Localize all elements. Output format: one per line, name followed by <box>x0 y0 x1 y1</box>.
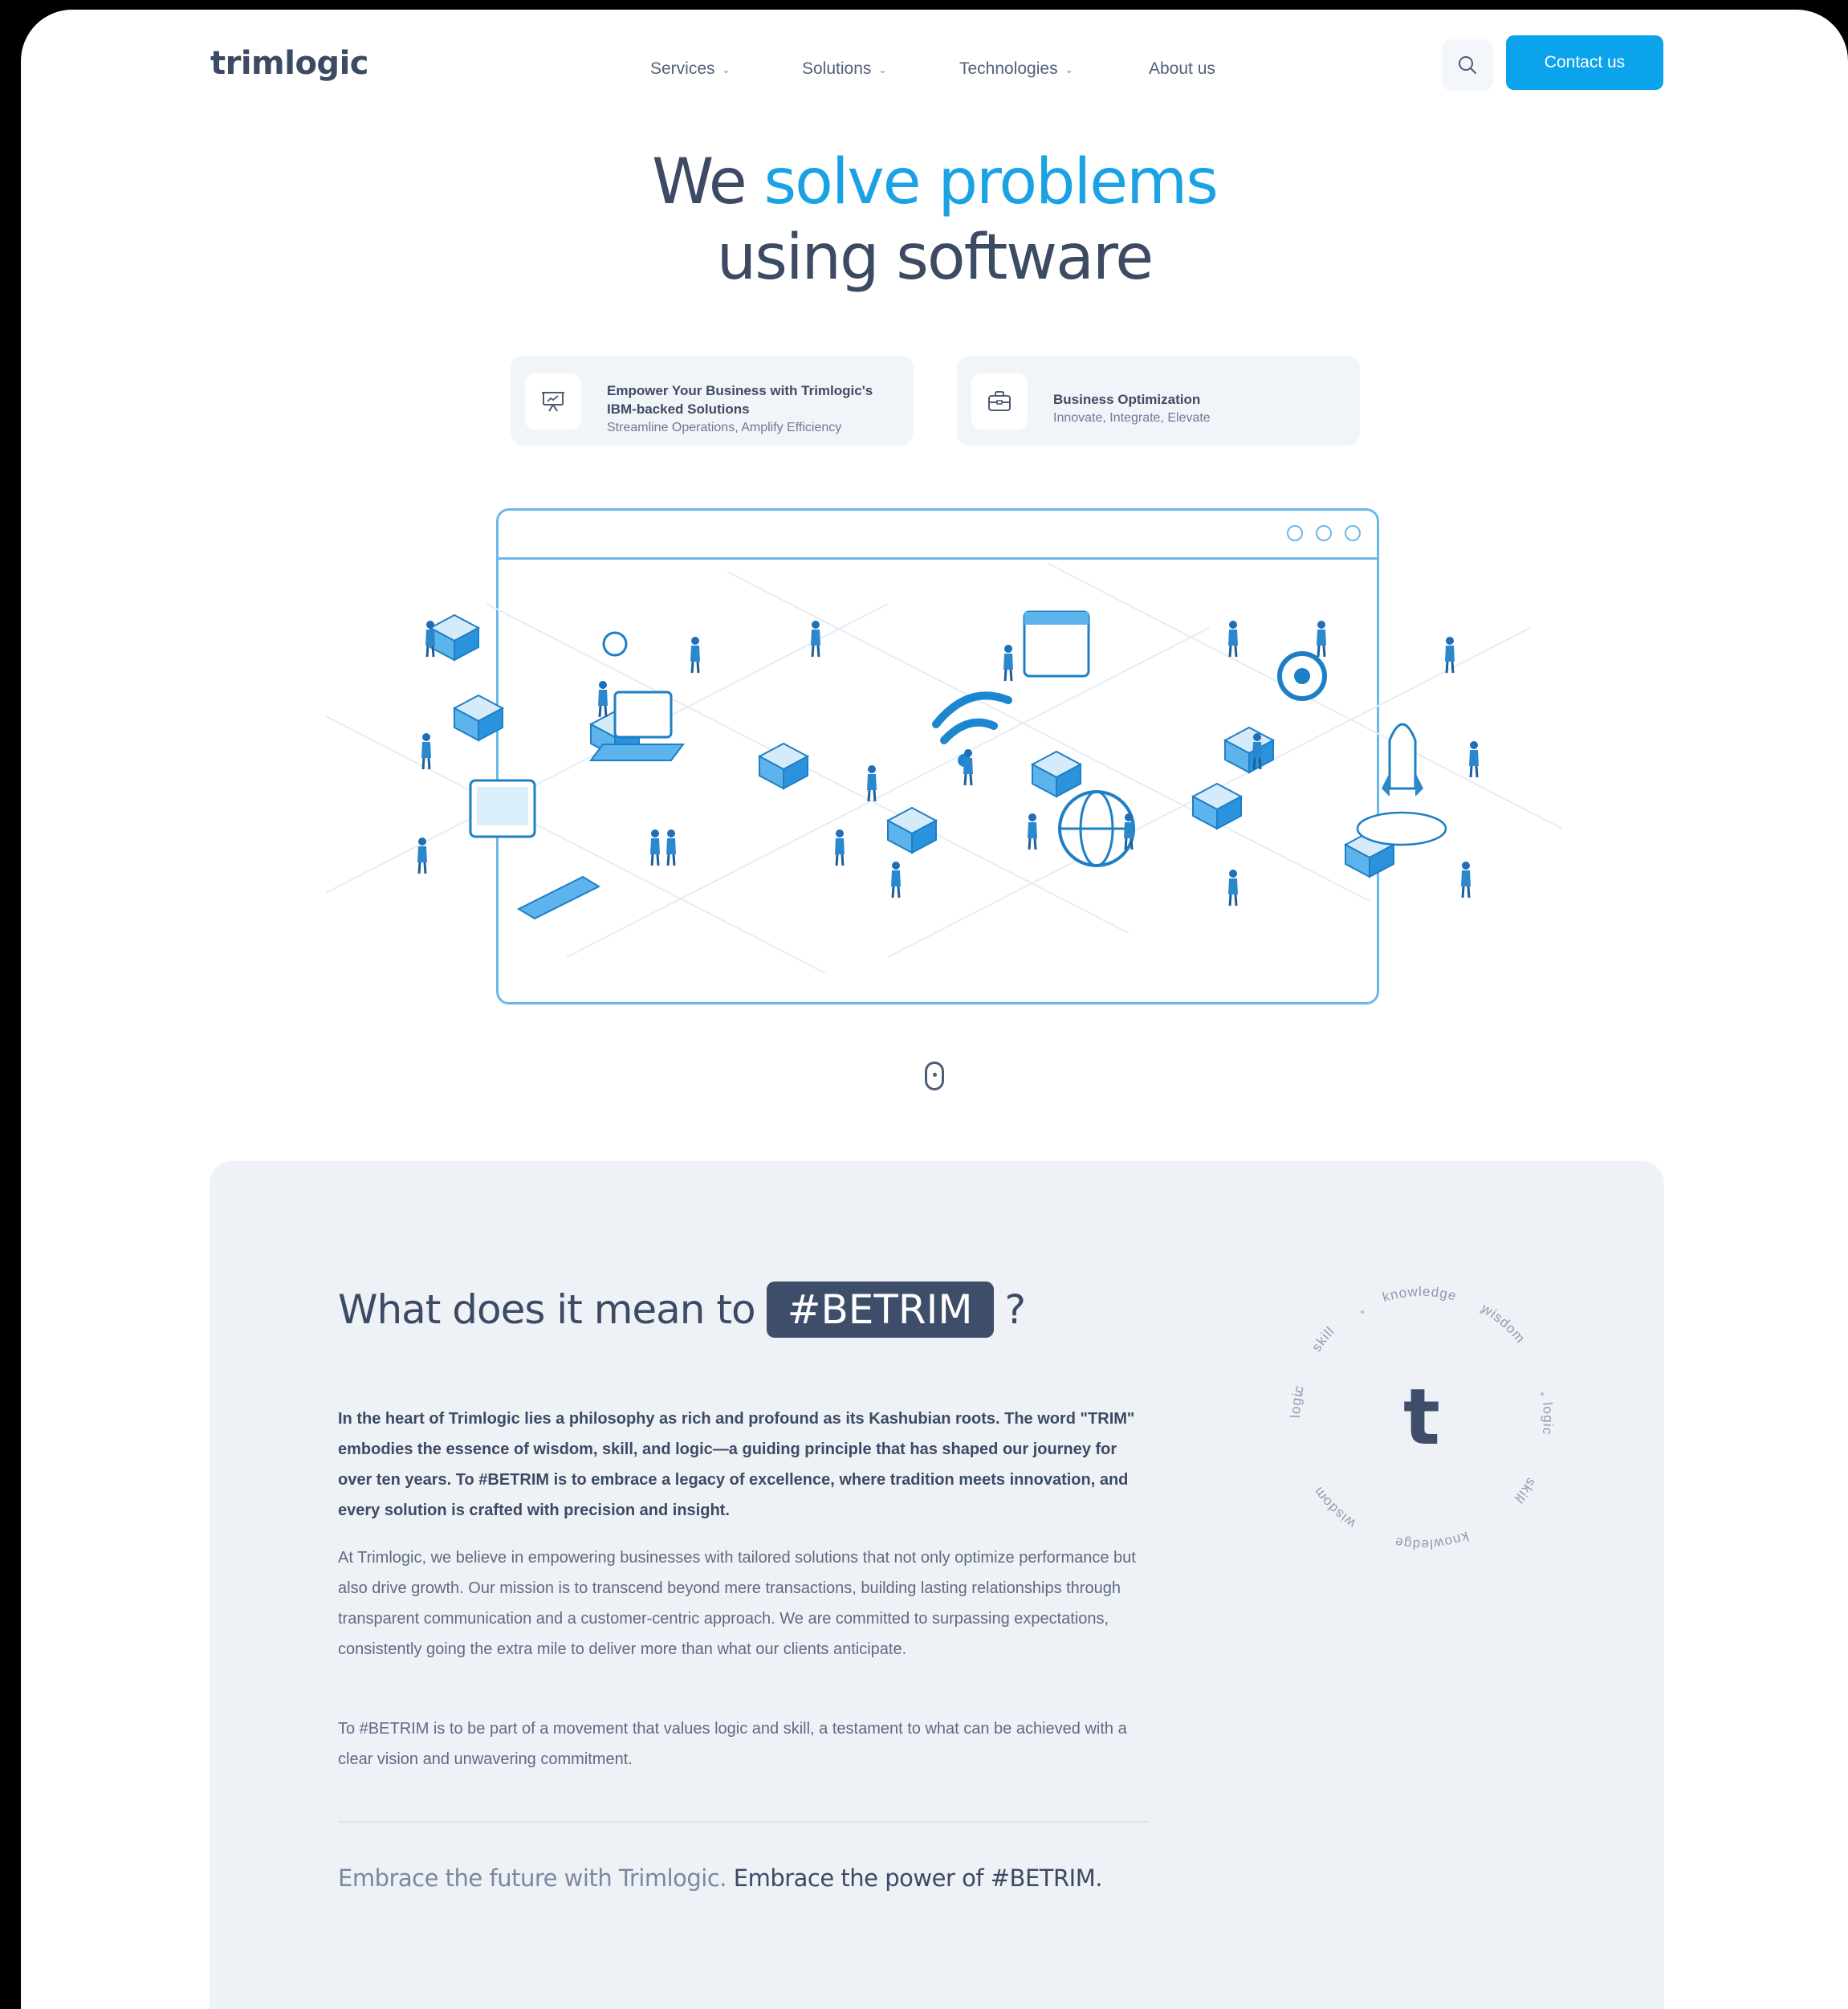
hero-title-line2: using software <box>716 222 1154 294</box>
nav-label: Services <box>650 59 715 78</box>
svg-text:wisdom: wisdom <box>1310 1484 1358 1532</box>
svg-text:knowledge: knowledge <box>1381 1284 1459 1305</box>
divider <box>338 1821 1149 1823</box>
briefcase-icon <box>971 373 1028 430</box>
values-ring: logic skill knowledge wisdom logic skill… <box>1288 1284 1556 1552</box>
ring-word: logic <box>1288 1383 1306 1418</box>
nav-item-services[interactable]: Services ⌄ <box>650 59 731 79</box>
nav-label: Solutions <box>802 59 872 78</box>
nav-label: Technologies <box>959 59 1058 78</box>
window-dot-icon <box>1345 525 1361 541</box>
closing-light: Embrace the future with Trimlogic. <box>338 1864 727 1892</box>
ring-center-letter: t <box>1403 1372 1440 1462</box>
ring-word: wisdom <box>1478 1300 1527 1346</box>
hero-card-ibm[interactable]: Empower Your Business with Trimlogic's I… <box>511 356 914 446</box>
hero-title-accent: solve problems <box>763 146 1218 218</box>
hero-card-subtitle: Innovate, Integrate, Elevate <box>1053 411 1211 425</box>
isometric-tech-illustration <box>326 563 1562 973</box>
hero-card-optimization[interactable]: Business Optimization Innovate, Integrat… <box>957 356 1360 446</box>
presentation-icon <box>525 373 581 430</box>
svg-text:skill: skill <box>1511 1475 1539 1506</box>
window-dot-icon <box>1287 525 1303 541</box>
brand-logo[interactable]: trimlogic <box>210 45 368 82</box>
ring-word: knowledge <box>1393 1529 1470 1552</box>
ring-word: skill <box>1511 1475 1538 1506</box>
movement-paragraph: To #BETRIM is to be part of a movement t… <box>338 1720 1127 1768</box>
hero-card-subtitle: Streamline Operations, Amplify Efficienc… <box>607 421 842 434</box>
nav-item-about[interactable]: About us <box>1149 59 1215 79</box>
ring-word: skill <box>1309 1323 1337 1355</box>
nav-item-solutions[interactable]: Solutions ⌄ <box>802 59 886 79</box>
hero-card-title: Empower Your Business with Trimlogic's I… <box>607 383 873 417</box>
hero-card-title: Business Optimization <box>1053 392 1201 407</box>
contact-button[interactable]: Contact us <box>1506 35 1663 90</box>
page-card: trimlogic Services ⌄ Solutions ⌄ Technol… <box>21 10 1848 2009</box>
nav-item-technologies[interactable]: Technologies ⌄ <box>959 59 1073 79</box>
closing-line: Embrace the future with Trimlogic. Embra… <box>338 1864 1102 1892</box>
nav-label: About us <box>1149 59 1215 78</box>
hero-title: We solve problems using software <box>21 145 1848 295</box>
mission-paragraph: At Trimlogic, we believe in empowering b… <box>338 1549 1136 1658</box>
ring-word: logic <box>1540 1401 1555 1436</box>
illustration-objects <box>429 610 1447 920</box>
section-heading: What does it mean to #BETRIM ? <box>338 1282 1027 1338</box>
closing-strong: Embrace the power of #BETRIM. <box>727 1864 1103 1892</box>
scroll-down-icon[interactable] <box>925 1062 944 1090</box>
search-icon <box>1459 56 1476 74</box>
chevron-down-icon: ⌄ <box>722 64 731 75</box>
betrim-tag: #BETRIM <box>766 1282 994 1338</box>
betrim-section: What does it mean to #BETRIM ? In the he… <box>210 1161 1664 2009</box>
ring-word: wisdom <box>1310 1484 1358 1532</box>
svg-text:wisdom: wisdom <box>1478 1300 1528 1346</box>
svg-text:logic: logic <box>1540 1401 1556 1436</box>
ring-word: knowledge <box>1381 1284 1458 1305</box>
hero-title-lead: We <box>652 146 764 218</box>
window-dot-icon <box>1316 525 1332 541</box>
heading-lead: What does it mean to <box>338 1286 756 1333</box>
svg-text:logic: logic <box>1288 1383 1307 1418</box>
grid-lines <box>326 563 1562 973</box>
chevron-down-icon: ⌄ <box>1064 64 1073 75</box>
svg-text:knowledge: knowledge <box>1393 1529 1471 1552</box>
heading-tail: ? <box>1004 1286 1027 1333</box>
chevron-down-icon: ⌄ <box>878 64 887 75</box>
browser-bar <box>499 511 1377 560</box>
intro-paragraph: In the heart of Trimlogic lies a philoso… <box>338 1410 1135 1519</box>
search-button[interactable] <box>1442 39 1493 91</box>
svg-text:skill: skill <box>1309 1323 1337 1355</box>
